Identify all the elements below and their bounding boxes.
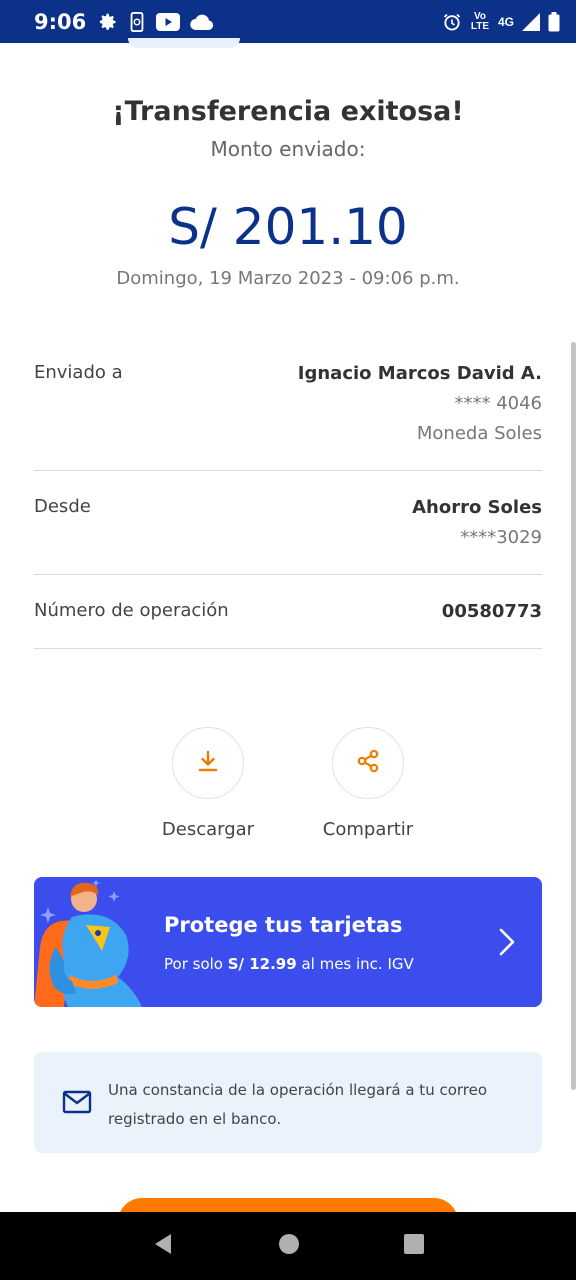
sent-to-values: Ignacio Marcos David A. **** 4046 Moneda…	[298, 359, 542, 449]
share-icon	[355, 748, 381, 779]
share-label: Compartir	[322, 819, 414, 840]
email-notice: Una constancia de la operación llegará a…	[34, 1052, 542, 1153]
back-icon[interactable]	[151, 1232, 175, 1261]
download-icon	[196, 749, 220, 778]
notice-text: Una constancia de la operación llegará a…	[108, 1081, 488, 1128]
gear-icon	[98, 12, 118, 32]
promo-price: S/ 12.99	[227, 955, 297, 973]
source-account-number: ****3029	[460, 527, 542, 548]
status-icons-left	[98, 11, 214, 32]
youtube-icon	[156, 12, 181, 31]
recipient-currency: Moneda Soles	[416, 423, 542, 444]
detail-row-from: Desde Ahorro Soles ****3029	[34, 496, 542, 575]
cloud-icon	[190, 14, 214, 30]
phone-sync-icon	[128, 11, 146, 32]
success-badge-edge	[128, 38, 240, 48]
network-label: 4G	[497, 14, 514, 29]
signal-icon	[522, 12, 540, 31]
alarm-icon	[442, 12, 462, 32]
home-icon[interactable]	[278, 1233, 300, 1260]
transfer-datetime: Domingo, 19 Marzo 2023 - 09:06 p.m.	[116, 268, 460, 289]
share-circle[interactable]	[332, 727, 404, 799]
volte-label: Vo LTE	[470, 10, 490, 32]
recipient-name: Ignacio Marcos David A.	[297, 363, 542, 384]
sent-to-label: Enviado a	[34, 362, 123, 383]
detail-row-operation: Número de operación 00580773	[34, 600, 542, 649]
promo-title: Protege tus tarjetas	[164, 913, 403, 937]
amount-value: S/ 201.10	[168, 198, 408, 256]
system-nav-bar	[0, 1212, 576, 1280]
mail-icon	[62, 1090, 92, 1119]
status-icons-right: Vo LTE 4G	[442, 10, 560, 32]
status-time: 9:06	[34, 9, 87, 34]
promo-text: Por solo S/ 12.99 al mes inc. IGV	[164, 955, 414, 973]
superhero-illustration	[34, 879, 142, 1007]
promo-banner[interactable]: Protege tus tarjetas Por solo S/ 12.99 a…	[34, 877, 542, 1007]
from-label: Desde	[34, 496, 91, 517]
scrollbar[interactable]	[571, 342, 576, 1090]
battery-icon	[548, 11, 560, 32]
promo-text-suffix: al mes inc. IGV	[296, 955, 414, 973]
from-values: Ahorro Soles ****3029	[412, 493, 542, 553]
page-title: ¡Transferencia exitosa!	[112, 96, 464, 127]
chevron-right-icon[interactable]	[498, 927, 516, 962]
download-button[interactable]: Descargar	[138, 727, 278, 840]
detail-row-sent-to: Enviado a Ignacio Marcos David A. **** 4…	[34, 362, 542, 471]
recipient-account: **** 4046	[454, 393, 542, 414]
source-account-name: Ahorro Soles	[412, 497, 542, 518]
promo-text-prefix: Por solo	[164, 955, 228, 973]
amount-subtitle: Monto enviado:	[210, 137, 366, 161]
share-button[interactable]: Compartir	[298, 727, 438, 840]
download-circle[interactable]	[172, 727, 244, 799]
status-bar: 9:06 Vo LTE 4G	[0, 0, 576, 43]
recents-icon[interactable]	[403, 1233, 425, 1260]
download-label: Descargar	[161, 819, 255, 840]
operation-label: Número de operación	[34, 600, 229, 621]
operation-values: 00580773	[442, 597, 542, 627]
operation-number: 00580773	[441, 601, 542, 622]
